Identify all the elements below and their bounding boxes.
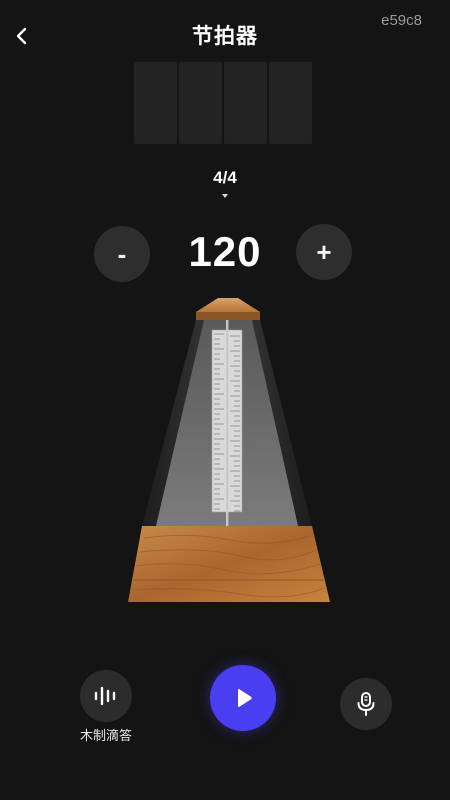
play-button[interactable]: [210, 665, 276, 731]
sound-wave-icon: [94, 686, 116, 706]
beat-indicator: [134, 62, 177, 144]
increase-tempo-button[interactable]: +: [296, 224, 352, 280]
watermark: e59c8: [381, 12, 422, 29]
sound-selector-button[interactable]: [80, 670, 132, 722]
microphone-icon: [357, 692, 375, 716]
time-signature-selector[interactable]: 4/4: [0, 168, 450, 198]
time-signature-label: 4/4: [213, 168, 237, 187]
bpm-value: 120: [188, 228, 262, 275]
beat-indicator: [224, 62, 267, 144]
metronome-illustration: [128, 298, 330, 602]
sound-name-label: 木制滴答: [79, 729, 132, 744]
beat-indicator: [179, 62, 222, 144]
pendulum-rod: [226, 320, 229, 540]
metronome-cap: [196, 298, 260, 312]
beat-indicator: [269, 62, 312, 144]
decrease-tempo-button[interactable]: -: [94, 226, 150, 282]
caret-down-icon: [222, 194, 228, 198]
play-icon: [238, 689, 252, 707]
microphone-button[interactable]: [340, 678, 392, 730]
beat-indicators: [134, 62, 312, 144]
